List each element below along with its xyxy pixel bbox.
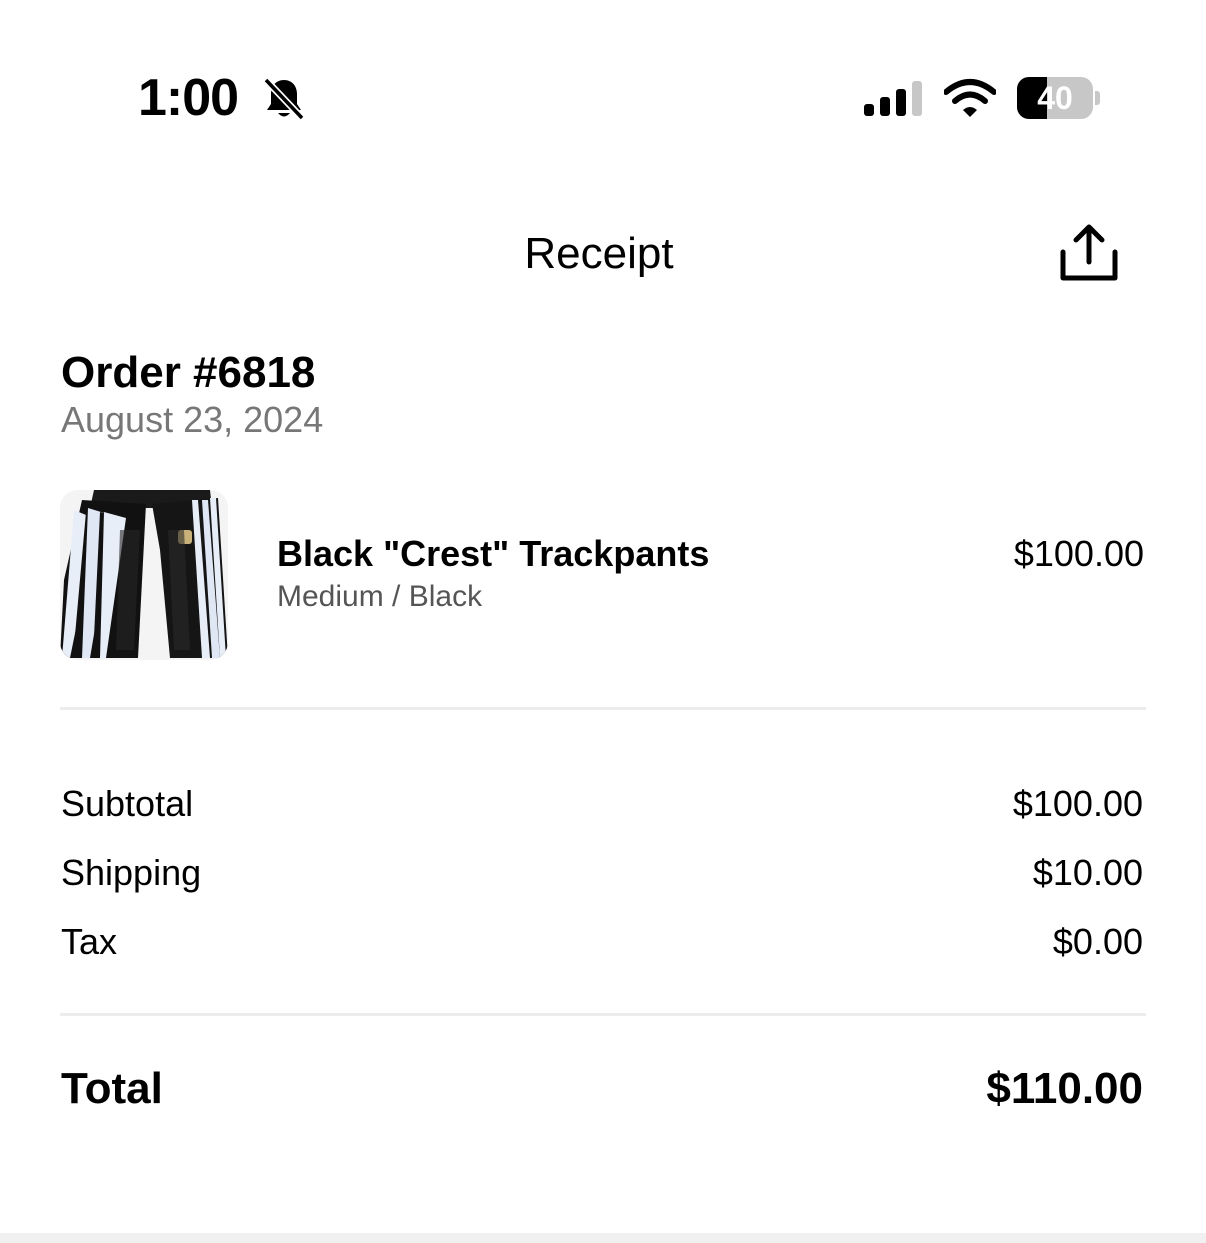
subtotal-label: Subtotal bbox=[61, 783, 194, 824]
subtotal-value: $100.00 bbox=[1012, 783, 1143, 824]
item-name[interactable]: Black "Crest" Trackpants bbox=[277, 532, 709, 576]
divider bbox=[60, 1013, 1146, 1016]
product-thumbnail[interactable] bbox=[60, 490, 228, 660]
bottom-edge bbox=[0, 1233, 1206, 1243]
wifi-icon bbox=[944, 79, 996, 117]
trackpants-image bbox=[60, 490, 228, 660]
share-icon[interactable] bbox=[1056, 222, 1122, 286]
order-date: August 23, 2024 bbox=[61, 399, 324, 440]
cellular-signal-icon bbox=[864, 81, 922, 116]
page-title: Receipt bbox=[524, 229, 674, 278]
battery-tip bbox=[1095, 91, 1100, 105]
tax-value: $0.00 bbox=[1052, 921, 1143, 962]
shipping-value: $10.00 bbox=[1032, 852, 1143, 893]
battery-body: 40 bbox=[1017, 77, 1093, 119]
total-label: Total bbox=[61, 1064, 163, 1113]
divider bbox=[60, 707, 1146, 710]
total-value: $110.00 bbox=[986, 1064, 1143, 1113]
bell-slash-icon bbox=[263, 77, 305, 121]
item-variant: Medium / Black bbox=[277, 580, 483, 613]
tax-label: Tax bbox=[61, 921, 118, 962]
receipt-screen: 1:00 40 Receipt Order #6818 August 23, 2… bbox=[0, 0, 1206, 1243]
battery-level: 40 bbox=[1037, 80, 1073, 116]
order-number: Order #6818 bbox=[61, 348, 316, 397]
status-time: 1:00 bbox=[138, 69, 239, 127]
battery-icon: 40 bbox=[1017, 77, 1101, 119]
shipping-label: Shipping bbox=[61, 852, 202, 893]
item-price: $100.00 bbox=[1013, 533, 1144, 574]
